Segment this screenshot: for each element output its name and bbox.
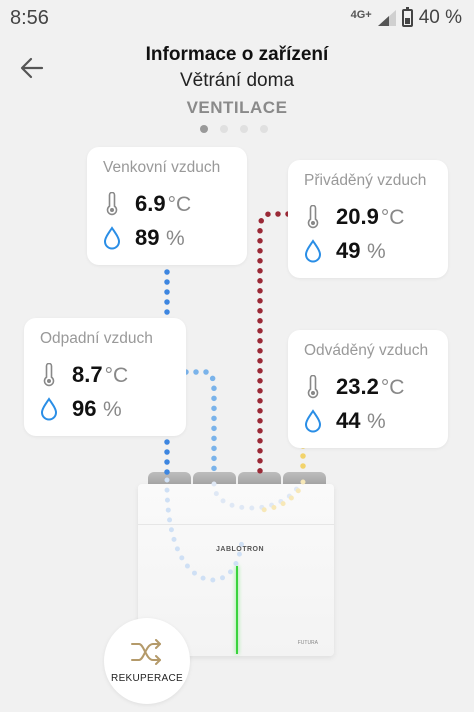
- exhaust-temperature-row: 23.2°C: [304, 370, 432, 404]
- outdoor-temperature-value: 6.9: [135, 191, 166, 216]
- thermometer-icon: [304, 204, 322, 230]
- outdoor-temperature-unit: °C: [167, 193, 192, 216]
- exhaust-air-label: Odváděný vzduch: [304, 342, 429, 359]
- shuffle-icon: [131, 638, 161, 665]
- supply-temperature-unit: °C: [380, 206, 405, 229]
- supply-humidity-unit: %: [366, 240, 386, 263]
- extract-humidity-value: 96: [72, 396, 97, 421]
- extract-temperature-value: 8.7: [72, 362, 103, 387]
- outdoor-humidity-unit: %: [165, 227, 185, 250]
- water-drop-icon: [40, 396, 58, 422]
- extract-humidity-row: 96 %: [40, 392, 170, 426]
- outdoor-humidity-value: 89: [135, 225, 160, 250]
- exhaust-temperature-unit: °C: [380, 376, 405, 399]
- outdoor-air-card: Venkovní vzduch 6.9°C 89 %: [87, 147, 247, 265]
- extract-flow: [183, 369, 217, 479]
- recuperation-mode-label: REKUPERACE: [111, 672, 183, 684]
- exhaust-humidity-row: 44 %: [304, 404, 432, 438]
- thermometer-icon: [40, 362, 58, 388]
- extract-temperature-unit: °C: [104, 364, 129, 387]
- thermometer-icon: [103, 191, 121, 217]
- water-drop-icon: [103, 225, 121, 251]
- water-drop-icon: [304, 408, 322, 434]
- supply-temperature-row: 20.9°C: [304, 200, 432, 234]
- water-drop-icon: [304, 238, 322, 264]
- extract-air-card: Odpadní vzduch 8.7°C 96 %: [24, 318, 186, 436]
- exhaust-humidity-value: 44: [336, 408, 361, 433]
- extract-air-label: Odpadní vzduch: [40, 330, 153, 347]
- extract-temperature-row: 8.7°C: [40, 358, 170, 392]
- supply-humidity-value: 49: [336, 238, 361, 263]
- supply-flow: [257, 211, 291, 477]
- exhaust-flow-inner: [259, 479, 306, 513]
- recuperation-mode-button[interactable]: REKUPERACE: [104, 618, 190, 704]
- extract-flow-inner: [211, 481, 303, 511]
- supply-air-label: Přiváděný vzduch: [304, 172, 427, 189]
- exhaust-air-card: Odváděný vzduch 23.2°C 44 %: [288, 330, 448, 448]
- supply-air-card: Přiváděný vzduch 20.9°C 49 %: [288, 160, 448, 278]
- outdoor-air-label: Venkovní vzduch: [103, 159, 221, 176]
- outdoor-flow-inner: [164, 477, 245, 583]
- exhaust-temperature-value: 23.2: [336, 374, 379, 399]
- supply-humidity-row: 49 %: [304, 234, 432, 268]
- outdoor-temperature-row: 6.9°C: [103, 187, 231, 221]
- extract-humidity-unit: %: [102, 398, 122, 421]
- exhaust-humidity-unit: %: [366, 410, 386, 433]
- thermometer-icon: [304, 374, 322, 400]
- supply-temperature-value: 20.9: [336, 204, 379, 229]
- outdoor-humidity-row: 89 %: [103, 221, 231, 255]
